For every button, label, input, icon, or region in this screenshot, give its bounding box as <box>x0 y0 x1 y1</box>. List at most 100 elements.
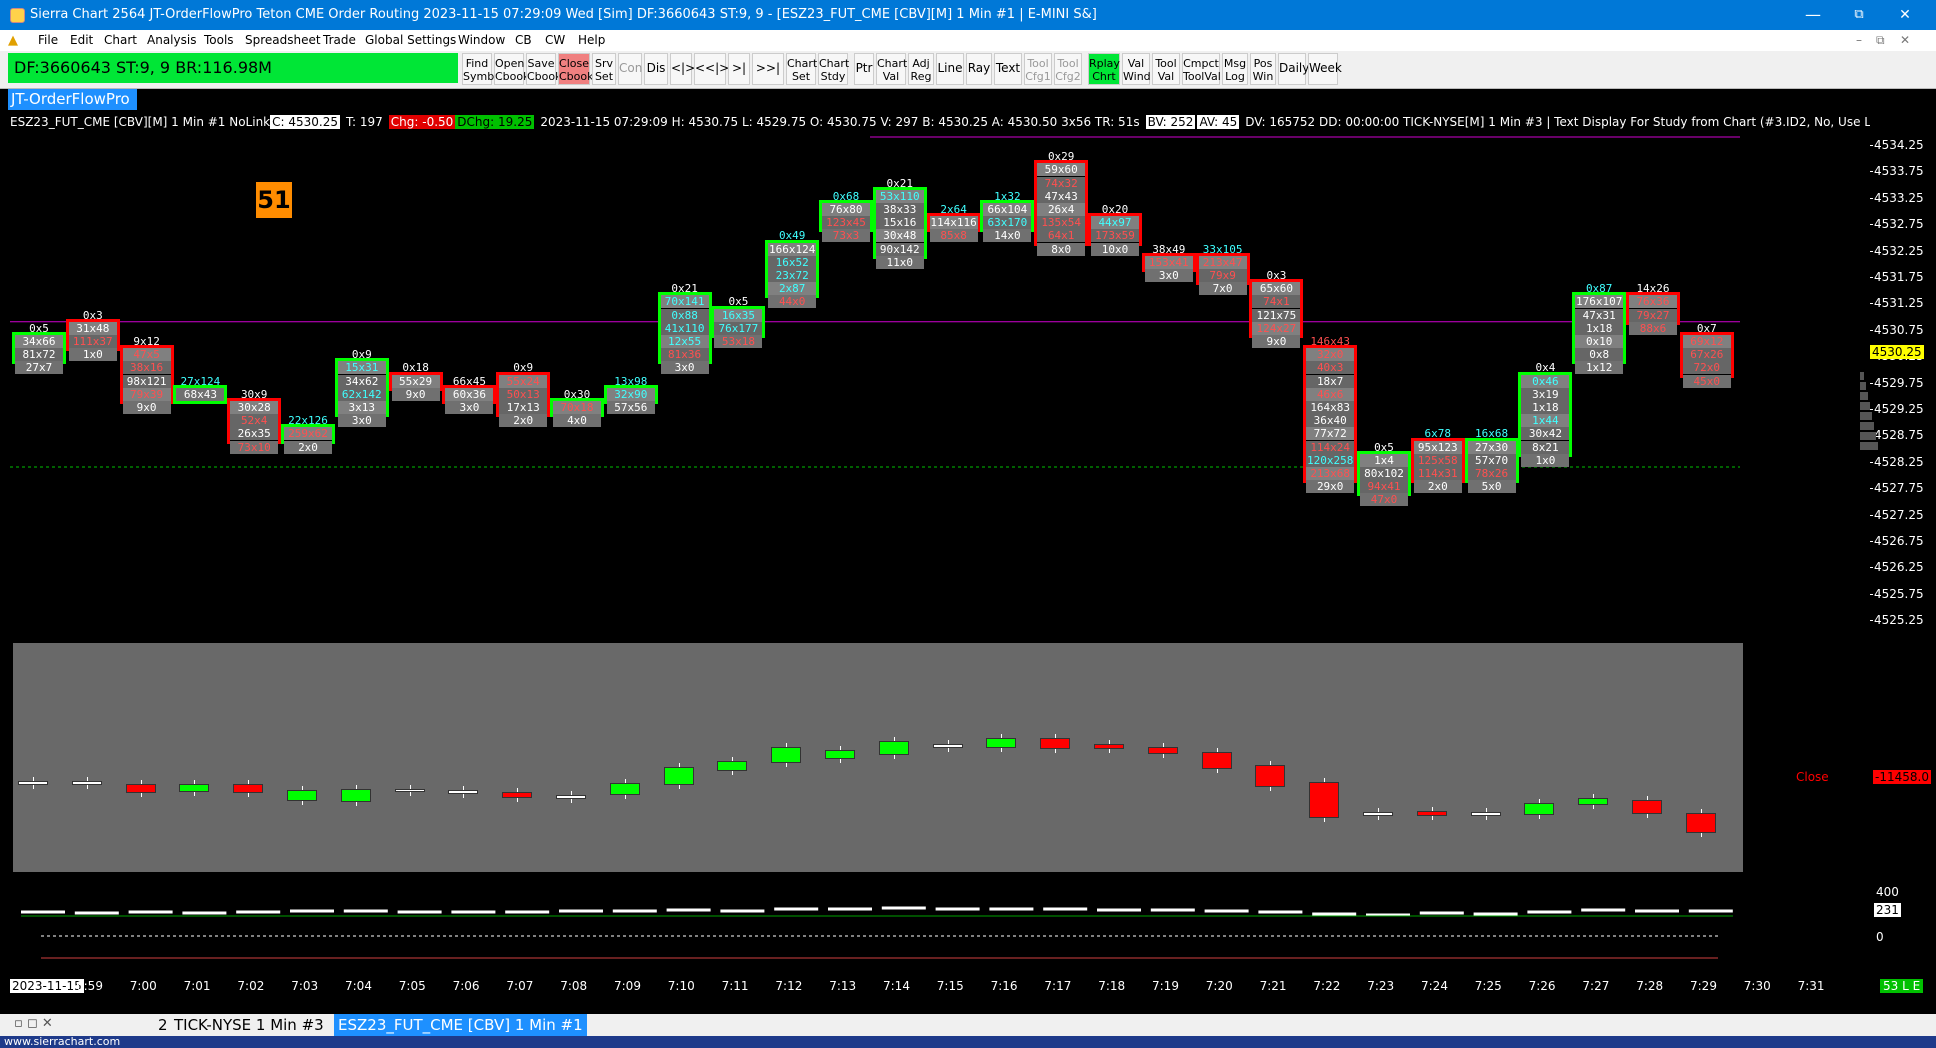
price-axis[interactable]: 4534.25 4533.75 4533.25 4532.75 4532.25 4531.… <box>1860 132 1936 632</box>
toolbar-button-18[interactable]: Text <box>994 53 1022 85</box>
toolbar-button-4[interactable]: Srv Set <box>592 53 616 85</box>
footprint-cell: 55x29 <box>391 374 440 388</box>
footprint-cell: 259x62 <box>284 427 332 441</box>
time-tick: 7:24 <box>1421 979 1448 993</box>
toolbar-button-6[interactable]: Dis <box>644 53 668 85</box>
footprint-cell: 2x0 <box>1413 480 1462 494</box>
study-tab[interactable]: JT-OrderFlowPro <box>8 89 137 110</box>
footprint-cell: 18x7 <box>1306 374 1355 388</box>
menu-tools[interactable]: Tools <box>204 33 234 47</box>
footprint-cell: 123x45 <box>822 216 870 230</box>
footprint-cell: 10x0 <box>1091 242 1139 256</box>
lower-axis-current: 231 <box>1874 903 1901 917</box>
time-tick: 7:02 <box>237 979 265 993</box>
toolbar-button-9[interactable]: >|< <box>728 53 750 103</box>
candlestick-panel[interactable] <box>13 643 1743 872</box>
menu-global-settings[interactable]: Global Settings <box>365 33 456 47</box>
footprint-cell: 2x0 <box>499 414 548 428</box>
footprint-cell: 173x59 <box>1091 229 1139 243</box>
toolbar-button-label: Tool <box>1027 57 1049 70</box>
toolbar-button-10[interactable]: >>|<< <box>752 53 784 103</box>
toolbar-button-7[interactable]: <|> <box>670 53 695 85</box>
footprint-cell: 0x4 <box>1535 361 1556 375</box>
candle <box>125 783 156 793</box>
data-feed-status: DF:3660643 ST:9, 9 BR:116.98M <box>8 53 458 83</box>
toolbar-button-20[interactable]: Tool Cfg2 <box>1054 53 1082 85</box>
toolbar-button-8[interactable]: <<|>> <box>694 53 739 85</box>
volume-profile-bar <box>1860 382 1866 390</box>
toolbar-button-27[interactable]: Daily <box>1278 53 1309 85</box>
toolbar-button-26[interactable]: Pos Win <box>1250 53 1276 85</box>
toolbar-button-11[interactable]: Chart Set <box>786 53 817 85</box>
toolbar-button-15[interactable]: Adj Reg <box>908 53 934 85</box>
time-tick: 7:20 <box>1205 979 1233 993</box>
footprint-cell: 68x43 <box>176 387 225 401</box>
menu-analysis[interactable]: Analysis <box>147 33 196 47</box>
footprint-cell: 3x0 <box>445 401 494 414</box>
tab-2[interactable]: 2 <box>158 1016 168 1034</box>
toolbar-button-sublabel: Log <box>1225 70 1245 83</box>
mdi-minimize-icon[interactable]: – <box>1856 33 1862 47</box>
menu-help[interactable]: Help <box>578 33 605 47</box>
price-tick: 4527.75 <box>1874 481 1924 496</box>
footprint-cell: 0x30 <box>563 387 591 401</box>
footprint-cell: 46x6 <box>1306 387 1355 401</box>
time-axis[interactable]: 2023-11-15 6:59 7:00 7:01 7:02 7:03 7:04 7:05 7:… <box>0 977 1936 995</box>
toolbar-button-24[interactable]: Cmpct ToolVal <box>1182 53 1221 85</box>
price-tick-mark <box>1870 197 1873 199</box>
restore-button[interactable]: ⧉ <box>1836 0 1882 30</box>
close-value: -11458.0 <box>1873 770 1931 784</box>
tab-controls-icon[interactable]: ▫ ◻ ✕ <box>14 1016 53 1031</box>
toolbar-button-sublabel: Wind <box>1123 70 1151 83</box>
footprint-cell: 74x32 <box>1037 176 1086 190</box>
time-tick: 7:26 <box>1528 979 1556 993</box>
tab-esz23-active[interactable]: ESZ23_FUT_CME [CBV] 1 Min #1 <box>334 1014 587 1036</box>
time-tick: 7:15 <box>936 979 964 993</box>
website-link[interactable]: www.sierrachart.com <box>4 1035 120 1048</box>
price-tick: 4533.75 <box>1874 164 1924 179</box>
footprint-cell: 0x87 <box>1585 282 1613 296</box>
time-tick: 7:17 <box>1044 979 1072 993</box>
footprint-cell: 88x6 <box>1629 321 1677 335</box>
toolbar-button-23[interactable]: Tool Val <box>1152 53 1180 85</box>
menu-chart[interactable]: Chart <box>104 33 137 47</box>
minimize-button[interactable]: — <box>1790 0 1836 30</box>
toolbar-button-5[interactable]: Con <box>618 53 642 85</box>
menu-file[interactable]: File <box>38 33 58 47</box>
toolbar-button-label: Dis <box>646 61 666 75</box>
lower-study-panel[interactable] <box>13 880 1873 975</box>
menu-edit[interactable]: Edit <box>70 33 93 47</box>
mdi-restore-icon[interactable]: ⧉ <box>1876 33 1885 48</box>
toolbar-button-1[interactable]: Open Cbook <box>494 53 530 85</box>
mdi-close-icon[interactable]: ✕ <box>1900 33 1910 47</box>
time-tick: 7:28 <box>1636 979 1664 993</box>
close-button[interactable]: ✕ <box>1882 0 1928 30</box>
toolbar-button-13[interactable]: Ptr <box>854 53 874 85</box>
price-tick-mark <box>1870 329 1873 331</box>
toolbar-button-22[interactable]: Val Wind <box>1122 53 1151 85</box>
toolbar-button-17[interactable]: Ray <box>966 53 992 85</box>
candle <box>1363 812 1393 816</box>
footprint-cell: 66x104 <box>983 203 1032 216</box>
toolbar-button-3[interactable]: Close Cbook <box>558 53 594 85</box>
volume-profile-bar <box>1860 432 1876 440</box>
footprint-cell: 4x0 <box>553 414 601 428</box>
toolbar-button-14[interactable]: Chart Val <box>876 53 907 85</box>
menu-spreadsheet[interactable]: Spreadsheet <box>245 33 321 47</box>
toolbar-button-16[interactable]: Line <box>936 53 964 85</box>
menu-cb[interactable]: CB <box>515 33 532 47</box>
menu-window[interactable]: Window <box>458 33 505 47</box>
tab-tick-nyse[interactable]: TICK-NYSE 1 Min #3 <box>174 1016 324 1034</box>
menu-trade[interactable]: Trade <box>323 33 356 47</box>
price-tick: 4528.25 <box>1874 454 1924 469</box>
time-tick: 7:14 <box>883 979 910 993</box>
toolbar-button-0[interactable]: Find Symb <box>462 53 494 85</box>
toolbar-button-21[interactable]: Rplay Chrt <box>1088 53 1120 85</box>
toolbar-button-28[interactable]: Week <box>1308 53 1342 85</box>
toolbar-button-19[interactable]: Tool Cfg1 <box>1024 53 1052 85</box>
toolbar-button-2[interactable]: Save Cbook <box>526 53 562 85</box>
time-tick: 7:21 <box>1259 979 1287 993</box>
toolbar-button-12[interactable]: Chart Stdy <box>818 53 849 85</box>
toolbar-button-25[interactable]: Msg Log <box>1222 53 1248 85</box>
menu-cw[interactable]: CW <box>545 33 565 47</box>
